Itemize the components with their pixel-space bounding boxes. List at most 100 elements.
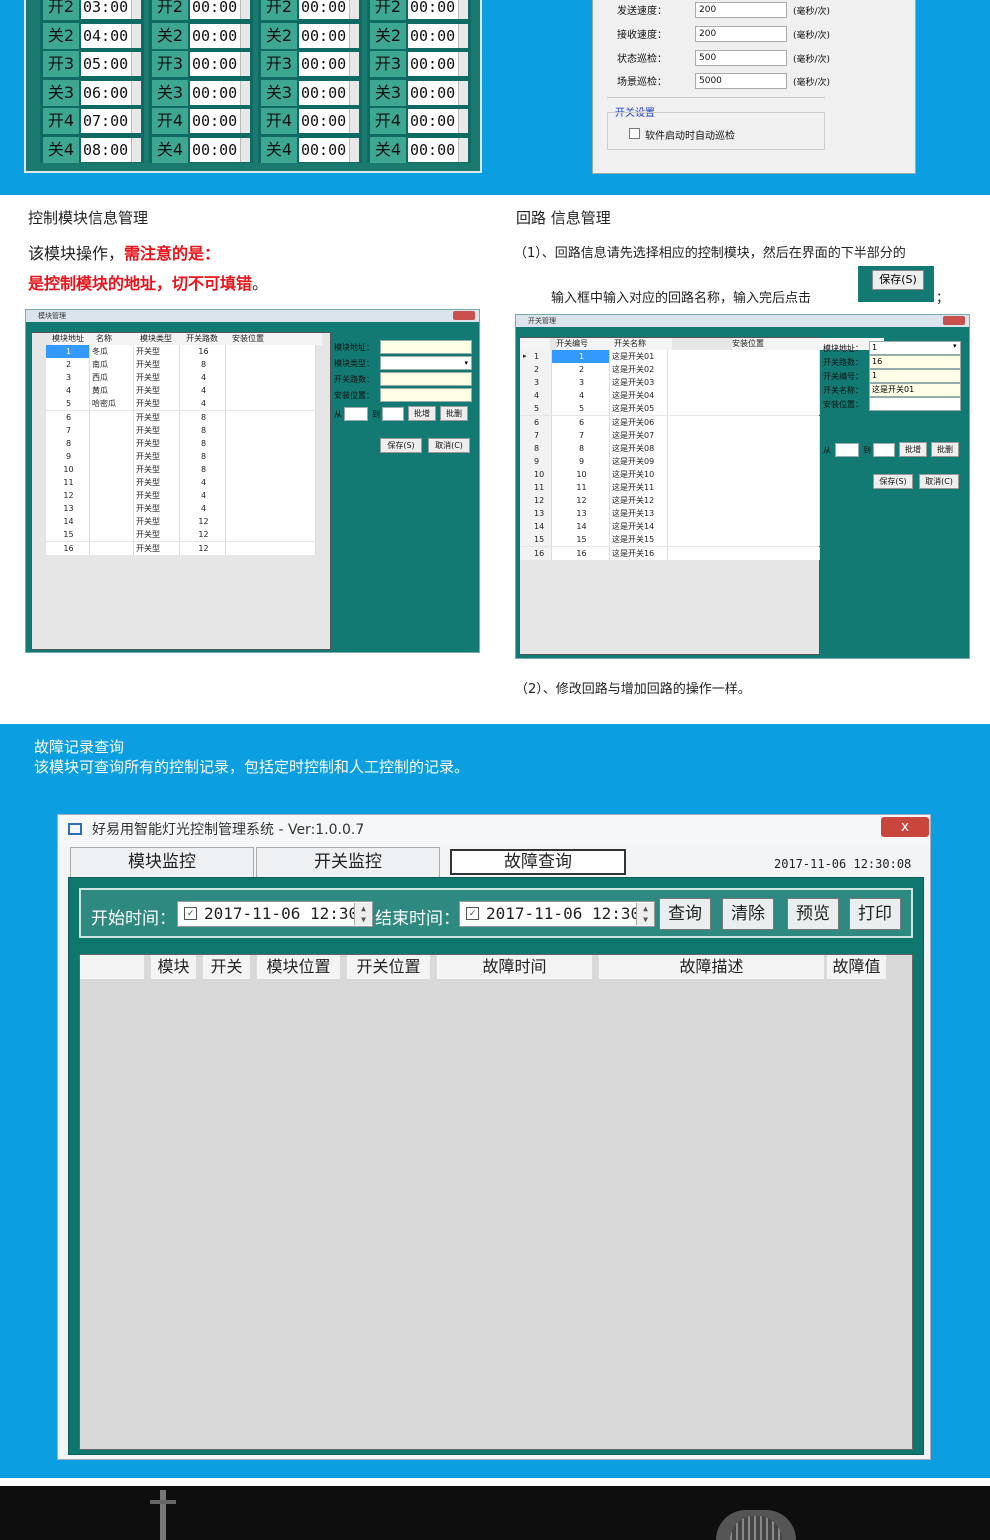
- table-row[interactable]: 3 西瓜 开关型 4: [32, 371, 330, 385]
- schedule-time-input[interactable]: 00:00: [408, 109, 458, 133]
- column-header[interactable]: 名称: [96, 333, 140, 345]
- cancel-button[interactable]: 取消(C): [428, 438, 470, 453]
- table-row[interactable]: 8 8 这是开关08: [520, 441, 820, 455]
- table-row[interactable]: 6 开关型 8: [32, 410, 330, 424]
- fault-result-table[interactable]: 模块 开关 模块位置 开关位置 故障时间 故障描述 故障值: [79, 954, 913, 1450]
- table-row[interactable]: 2 南瓜 开关型 8: [32, 358, 330, 372]
- spin-icon[interactable]: [131, 23, 141, 48]
- schedule-time-input[interactable]: 00:00: [299, 109, 349, 133]
- to-input[interactable]: [873, 443, 895, 457]
- clear-button[interactable]: 清除: [722, 898, 774, 930]
- row-header[interactable]: 12: [520, 494, 552, 508]
- table-row[interactable]: 16 开关型 12: [32, 541, 330, 555]
- table-row[interactable]: 11 11 这是开关11: [520, 481, 820, 494]
- table-row[interactable]: 1 冬瓜 开关型 16: [32, 345, 330, 358]
- form-input-type[interactable]: ▾: [380, 356, 472, 370]
- tab-switch-monitor[interactable]: 开关监控: [256, 847, 440, 879]
- column-header[interactable]: 安装位置: [232, 333, 322, 345]
- row-header[interactable]: 11: [520, 481, 552, 494]
- table-row[interactable]: 6 6 这是开关06: [520, 415, 820, 429]
- table-row[interactable]: 5 5 这是开关05: [520, 402, 820, 416]
- schedule-time-input[interactable]: 00:00: [190, 52, 240, 76]
- from-input[interactable]: [835, 443, 859, 457]
- spin-icon[interactable]: [240, 0, 250, 19]
- column-header[interactable]: 故障描述: [598, 955, 824, 979]
- row-header[interactable]: 15: [520, 533, 552, 547]
- table-row[interactable]: 13 13 这是开关13: [520, 507, 820, 521]
- recv-speed-input[interactable]: 200: [695, 26, 787, 42]
- batch-add-button[interactable]: 批增: [899, 442, 927, 457]
- spin-icon[interactable]: [131, 52, 141, 76]
- schedule-time-input[interactable]: 00:00: [190, 80, 240, 105]
- row-header[interactable]: 8: [520, 441, 552, 455]
- schedule-time-input[interactable]: 00:00: [299, 23, 349, 48]
- column-header[interactable]: 开关名称: [614, 338, 672, 350]
- save-button[interactable]: 保存(S): [380, 438, 422, 453]
- schedule-time-input[interactable]: 05:00: [81, 52, 131, 76]
- spin-icon[interactable]: [131, 80, 141, 105]
- schedule-time-input[interactable]: 00:00: [299, 0, 349, 19]
- print-button[interactable]: 打印: [849, 898, 901, 930]
- module-table[interactable]: 模块地址 名称 模块类型 开关路数 安装位置 1 冬瓜 开关型 16 2 南瓜 开关型 8 3 西瓜 开关型 4…: [31, 332, 331, 650]
- spin-icon[interactable]: [458, 52, 468, 76]
- table-row[interactable]: 5 哈密瓜 开关型 4: [32, 397, 330, 411]
- schedule-time-input[interactable]: 00:00: [190, 109, 240, 133]
- row-header[interactable]: 10: [520, 467, 552, 481]
- spin-icon[interactable]: [458, 137, 468, 162]
- from-input[interactable]: [344, 407, 368, 421]
- tab-fault-query[interactable]: 故障查询: [450, 849, 626, 875]
- row-header[interactable]: 9: [520, 454, 552, 468]
- column-header[interactable]: 故障时间: [436, 955, 592, 979]
- column-header[interactable]: 开关: [202, 955, 250, 979]
- form-input-addr[interactable]: 1: [869, 341, 961, 355]
- table-row[interactable]: 7 7 这是开关07: [520, 428, 820, 442]
- spin-icon[interactable]: [458, 23, 468, 48]
- table-row[interactable]: 12 12 这是开关12: [520, 494, 820, 508]
- row-header[interactable]: 6: [520, 415, 552, 429]
- chevron-down-icon[interactable]: ▾: [464, 357, 468, 369]
- spin-icon[interactable]: [349, 23, 359, 48]
- table-row[interactable]: 9 开关型 8: [32, 449, 330, 463]
- row-header[interactable]: 7: [520, 428, 552, 442]
- schedule-time-input[interactable]: 06:00: [81, 80, 131, 105]
- row-header[interactable]: 16: [520, 546, 552, 560]
- table-row[interactable]: 10 开关型 8: [32, 462, 330, 476]
- table-row[interactable]: 4 4 这是开关04: [520, 389, 820, 403]
- state-patrol-input[interactable]: 500: [695, 50, 787, 66]
- close-icon[interactable]: x: [881, 817, 929, 837]
- column-header[interactable]: 开关位置: [346, 955, 430, 979]
- spin-icon[interactable]: [131, 109, 141, 133]
- table-row[interactable]: 14 开关型 12: [32, 515, 330, 529]
- spin-icon[interactable]: [349, 0, 359, 19]
- batch-delete-button[interactable]: 批删: [931, 442, 959, 457]
- column-header[interactable]: 开关路数: [186, 333, 232, 345]
- table-row[interactable]: 2 2 这是开关02: [520, 363, 820, 377]
- table-row[interactable]: 1 ▸ 1 这是开关01: [520, 350, 820, 363]
- column-header[interactable]: 模块: [150, 955, 196, 979]
- schedule-time-input[interactable]: 00:00: [408, 80, 458, 105]
- table-row[interactable]: 11 开关型 4: [32, 476, 330, 489]
- schedule-time-input[interactable]: 00:00: [299, 137, 349, 162]
- table-row[interactable]: 8 开关型 8: [32, 436, 330, 450]
- batch-add-button[interactable]: 批增: [408, 406, 436, 421]
- column-header[interactable]: 开关编号: [556, 338, 614, 350]
- query-button[interactable]: 查询: [659, 898, 711, 930]
- schedule-time-input[interactable]: 00:00: [408, 52, 458, 76]
- spin-icon[interactable]: [240, 137, 250, 162]
- schedule-time-input[interactable]: 00:00: [190, 137, 240, 162]
- column-header[interactable]: 故障值: [826, 955, 886, 979]
- start-spin-icon[interactable]: ▲ ▼: [354, 903, 372, 925]
- spin-icon[interactable]: [349, 109, 359, 133]
- row-header[interactable]: 4: [520, 389, 552, 403]
- schedule-time-input[interactable]: 00:00: [408, 0, 458, 19]
- close-icon[interactable]: [453, 311, 475, 320]
- schedule-time-input[interactable]: 00:00: [408, 23, 458, 48]
- spin-icon[interactable]: [349, 52, 359, 76]
- spin-icon[interactable]: [131, 0, 141, 19]
- table-row[interactable]: 4 黄瓜 开关型 4: [32, 384, 330, 398]
- spin-icon[interactable]: [240, 80, 250, 105]
- start-time-checkbox[interactable]: ✓: [184, 907, 197, 920]
- form-input-addr[interactable]: [380, 340, 472, 354]
- schedule-time-input[interactable]: 00:00: [190, 0, 240, 19]
- chevron-down-icon[interactable]: ▾: [953, 342, 957, 350]
